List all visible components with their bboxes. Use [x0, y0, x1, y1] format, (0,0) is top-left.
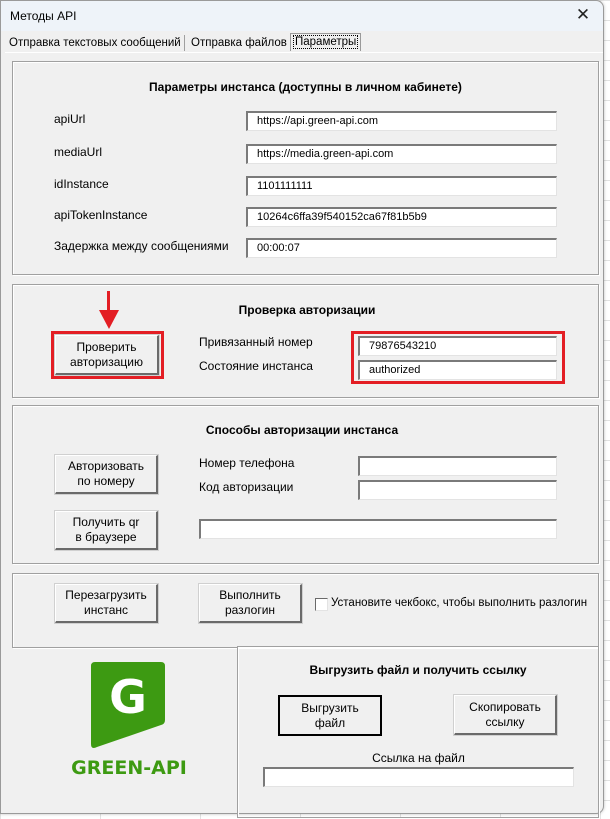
upload-file-button[interactable]: Выгрузить файл	[278, 695, 382, 736]
file-link-label: Ссылка на файл	[372, 751, 465, 765]
id-instance-label: idInstance	[54, 177, 109, 191]
file-link-field[interactable]	[263, 767, 574, 787]
auth-check-heading: Проверка авторизации	[238, 303, 376, 317]
media-url-label: mediaUrl	[54, 145, 103, 159]
close-icon[interactable]: ✕	[573, 5, 593, 25]
media-url-field[interactable]: https://media.green-api.com	[246, 144, 557, 164]
logout-button[interactable]: Выполнить разлогин	[199, 584, 302, 623]
api-url-field[interactable]: https://api.green-api.com	[246, 111, 557, 131]
phone-label: Номер телефона	[199, 456, 295, 470]
logo-letter: G	[109, 670, 147, 724]
tab-text-messages[interactable]: Отправка текстовых сообщений	[6, 35, 185, 51]
delay-label: Задержка между сообщениями	[54, 239, 229, 253]
auth-by-number-button[interactable]: Авторизовать по номеру	[55, 455, 158, 494]
logo-text: GREEN-API	[71, 757, 187, 779]
red-arrow-shaft	[107, 291, 110, 312]
copy-link-button[interactable]: Скопировать ссылку	[454, 695, 557, 735]
green-api-logo-icon: G	[91, 662, 165, 748]
linked-number-label: Привязанный номер	[199, 335, 313, 349]
auth-code-field[interactable]	[358, 480, 557, 500]
dialog-window: Методы API ✕ Отправка текстовых сообщени…	[0, 0, 604, 818]
api-token-label: apiTokenInstance	[54, 208, 148, 222]
instance-params-heading: Параметры инстанса (доступны в личном ка…	[149, 80, 462, 94]
delay-field[interactable]: 00:00:07	[246, 238, 557, 258]
window-title: Методы API	[10, 9, 77, 23]
qr-field[interactable]	[199, 519, 557, 539]
tab-parameters-label: Параметры	[292, 35, 359, 49]
instance-state-label: Состояние инстанса	[199, 359, 313, 373]
reboot-instance-button[interactable]: Перезагрузить инстанс	[55, 584, 158, 623]
tab-send-files[interactable]: Отправка файлов	[188, 35, 291, 51]
tab-parameters[interactable]: Параметры	[290, 33, 362, 51]
upload-heading: Выгрузить файл и получить ссылку	[309, 663, 527, 677]
check-auth-button[interactable]: Проверить авторизацию	[55, 335, 159, 375]
auth-methods-heading: Способы авторизации инстанса	[205, 423, 399, 437]
title-bar: Методы API ✕	[1, 1, 603, 31]
red-arrow-head-icon	[99, 310, 119, 329]
get-qr-button[interactable]: Получить qr в браузере	[55, 511, 158, 550]
api-token-field[interactable]: 10264c6ffa39f540152ca67f81b5b9	[246, 207, 557, 227]
linked-number-field[interactable]: 79876543210	[358, 336, 557, 356]
logout-checkbox-label: Установите чекбокс, чтобы выполнить разл…	[331, 597, 588, 609]
id-instance-field[interactable]: 1101111111	[246, 176, 557, 196]
phone-field[interactable]	[358, 456, 557, 476]
api-url-label: apiUrl	[54, 112, 86, 126]
instance-state-field[interactable]: authorized	[358, 360, 557, 380]
auth-code-label: Код авторизации	[199, 480, 294, 494]
logout-checkbox[interactable]	[315, 598, 328, 611]
tab-strip: Отправка текстовых сообщений Отправка фа…	[5, 33, 603, 53]
